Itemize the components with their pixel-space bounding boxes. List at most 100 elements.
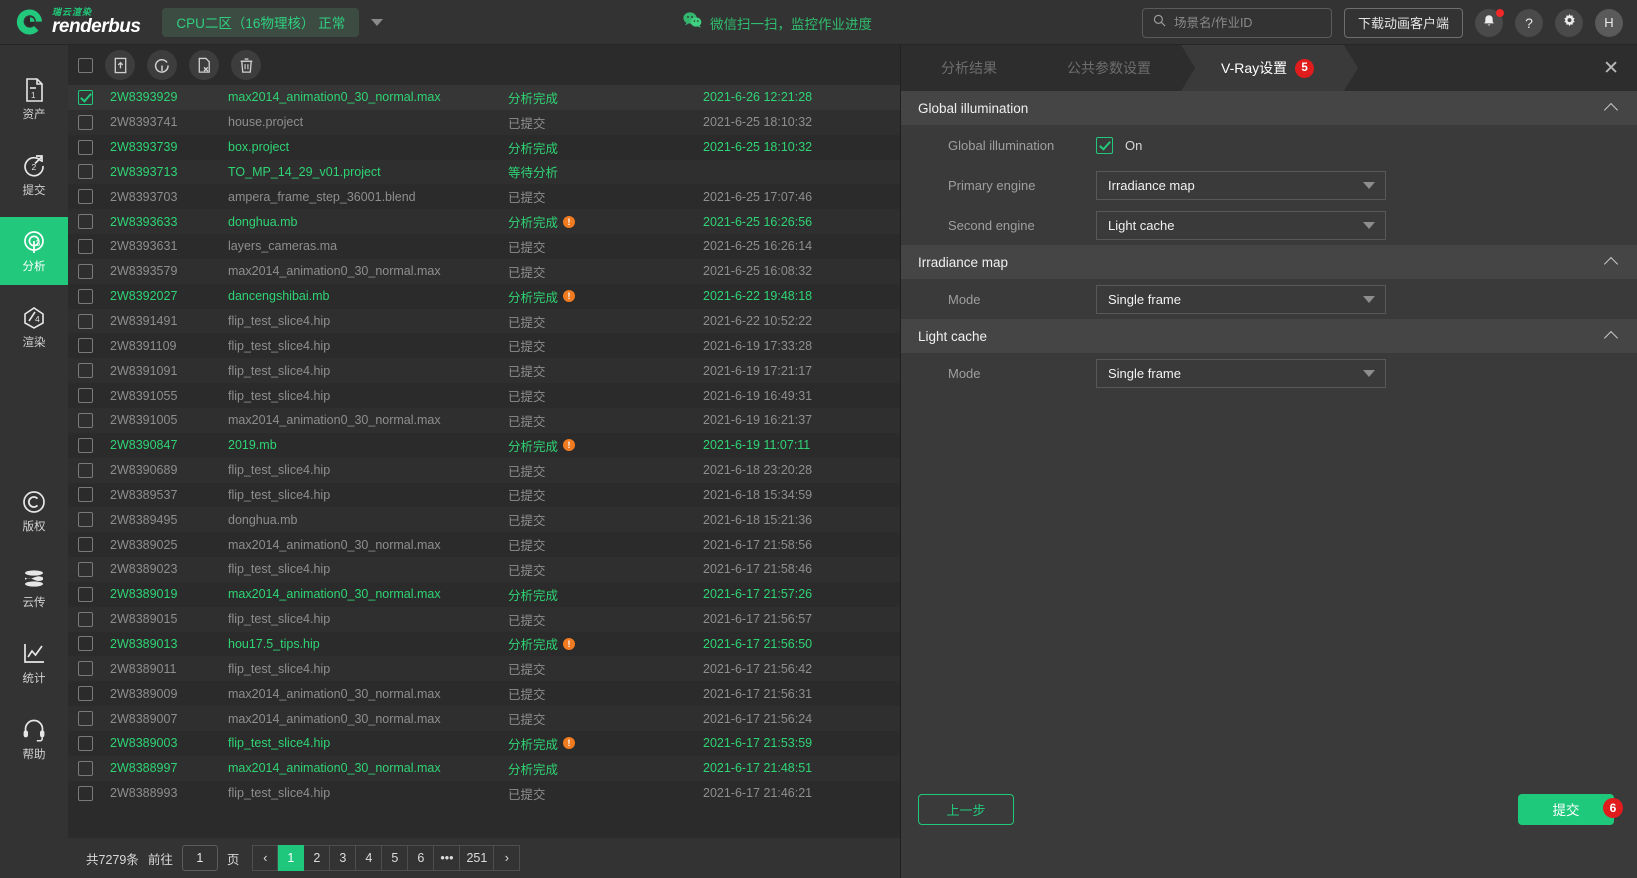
bell-icon [1482, 14, 1496, 31]
page-button-2[interactable]: 2 [304, 845, 331, 871]
row-checkbox[interactable] [78, 785, 93, 801]
row-checkbox[interactable] [78, 214, 93, 230]
previous-step-button[interactable]: 上一步 [918, 793, 1014, 825]
cloud-transfer-icon [21, 565, 47, 591]
row-checkbox[interactable] [78, 686, 93, 702]
row-checkbox[interactable] [78, 661, 93, 677]
row-status-label: 已提交 [508, 390, 546, 405]
reanalyze-icon[interactable] [147, 50, 177, 80]
page-ellipsis[interactable]: ••• [434, 845, 461, 871]
row-checkbox-cell [78, 164, 110, 180]
page-button-4[interactable]: 4 [356, 845, 383, 871]
delete-icon[interactable] [231, 50, 261, 80]
search-input[interactable] [1173, 15, 1321, 30]
sidebar-item-help[interactable]: 帮助 [0, 705, 68, 773]
sidebar-item-analyze[interactable]: 3 分析 [0, 217, 68, 285]
row-checkbox[interactable] [78, 412, 93, 428]
row-checkbox[interactable] [78, 388, 93, 404]
prev-page-button[interactable]: ‹ [252, 845, 279, 871]
search-box[interactable] [1141, 7, 1332, 38]
page-button-3[interactable]: 3 [330, 845, 357, 871]
row-checkbox[interactable] [78, 363, 93, 379]
sidebar-item-submit[interactable]: 2 提交 [0, 141, 68, 209]
zone-dropdown-caret-icon[interactable] [371, 18, 384, 26]
warning-icon[interactable]: ! [563, 215, 576, 228]
help-button[interactable]: ? [1515, 8, 1543, 37]
user-avatar[interactable]: H [1595, 8, 1623, 37]
warning-icon[interactable]: ! [563, 737, 576, 750]
section-title: Light cache [918, 328, 988, 344]
row-file-name: house.project [228, 115, 304, 130]
row-checkbox[interactable] [78, 288, 93, 304]
section-header-1[interactable]: Global illumination [901, 91, 1637, 125]
row-job-id: 2W8393633 [110, 214, 178, 229]
row-checkbox[interactable] [78, 139, 93, 155]
row-checkbox[interactable] [78, 189, 93, 205]
row-checkbox[interactable] [78, 338, 93, 354]
section-header-2[interactable]: Irradiance map [901, 245, 1637, 279]
field-checkbox[interactable] [1096, 136, 1113, 154]
field-select[interactable]: Light cache [1096, 210, 1386, 240]
row-checkbox[interactable] [78, 561, 93, 577]
page-button-5[interactable]: 5 [382, 845, 409, 871]
field-row: Primary engine Irradiance map [918, 165, 1620, 205]
submit-button[interactable]: 提交 6 [1518, 793, 1623, 825]
row-checkbox[interactable] [78, 263, 93, 279]
warning-icon[interactable]: ! [563, 637, 576, 650]
notifications-button[interactable] [1475, 8, 1504, 37]
row-checkbox[interactable] [78, 89, 93, 105]
tab-1[interactable]: 分析结果 [901, 45, 1041, 91]
row-status-label: 已提交 [508, 713, 546, 728]
chevron-up-icon[interactable] [1606, 257, 1617, 268]
chevron-up-icon[interactable] [1606, 331, 1617, 342]
tab-3[interactable]: V-Ray设置 5 [1181, 45, 1359, 91]
row-checkbox[interactable] [78, 586, 93, 602]
row-checkbox[interactable] [78, 313, 93, 329]
row-checkbox[interactable] [78, 636, 93, 652]
next-page-button[interactable]: › [494, 845, 521, 871]
row-status: 已提交 [508, 510, 703, 529]
row-status: 已提交 [508, 411, 703, 430]
chevron-up-icon[interactable] [1606, 103, 1617, 114]
row-checkbox[interactable] [78, 760, 93, 776]
settings-button[interactable] [1555, 8, 1583, 37]
page-button-6[interactable]: 6 [408, 845, 435, 871]
goto-page-input[interactable] [181, 845, 218, 871]
zone-status-chip[interactable]: CPU二区（16物理核） 正常 [162, 7, 360, 37]
row-timestamp: 2021-6-25 16:26:14 [703, 239, 813, 254]
download-client-button[interactable]: 下载动画客户端 [1343, 7, 1463, 38]
panel-sections: Global illumination Global illumination On… [901, 91, 1637, 393]
row-checkbox[interactable] [78, 462, 93, 478]
row-checkbox[interactable] [78, 114, 93, 130]
cancel-analysis-icon[interactable] [189, 50, 219, 80]
sidebar-item-cloud-transfer[interactable]: 云传 [0, 553, 68, 621]
sidebar-item-copyright[interactable]: 版权 [0, 477, 68, 545]
row-checkbox[interactable] [78, 487, 93, 503]
submit-job-icon[interactable] [105, 50, 135, 80]
field-select[interactable]: Irradiance map [1096, 170, 1386, 200]
sidebar-item-assets[interactable]: 1 资产 [0, 65, 68, 133]
row-checkbox[interactable] [78, 611, 93, 627]
tab-2[interactable]: 公共参数设置 [1027, 45, 1195, 91]
sidebar-item-render[interactable]: 4 渲染 [0, 293, 68, 361]
warning-icon[interactable]: ! [563, 439, 576, 452]
close-icon[interactable]: ✕ [1603, 45, 1619, 91]
page-button-251[interactable]: 251 [460, 845, 495, 871]
row-checkbox[interactable] [78, 711, 93, 727]
page-button-1[interactable]: 1 [278, 845, 305, 871]
brand-logo[interactable]: 瑞云渲染 renderbus [16, 8, 141, 36]
row-checkbox[interactable] [78, 537, 93, 553]
field-select[interactable]: Single frame [1096, 284, 1386, 314]
row-checkbox[interactable] [78, 512, 93, 528]
sidebar-item-statistics[interactable]: 统计 [0, 629, 68, 697]
section-header-3[interactable]: Light cache [901, 319, 1637, 353]
warning-icon[interactable]: ! [563, 290, 576, 303]
field-select[interactable]: Single frame [1096, 358, 1386, 388]
row-checkbox[interactable] [78, 437, 93, 453]
wechat-promo[interactable]: 微信扫一扫，监控作业进度 [683, 0, 872, 45]
field-row: Global illumination On [918, 125, 1620, 165]
row-checkbox[interactable] [78, 238, 93, 254]
select-all-checkbox[interactable] [78, 57, 93, 73]
row-checkbox[interactable] [78, 735, 93, 751]
row-checkbox[interactable] [78, 164, 93, 180]
